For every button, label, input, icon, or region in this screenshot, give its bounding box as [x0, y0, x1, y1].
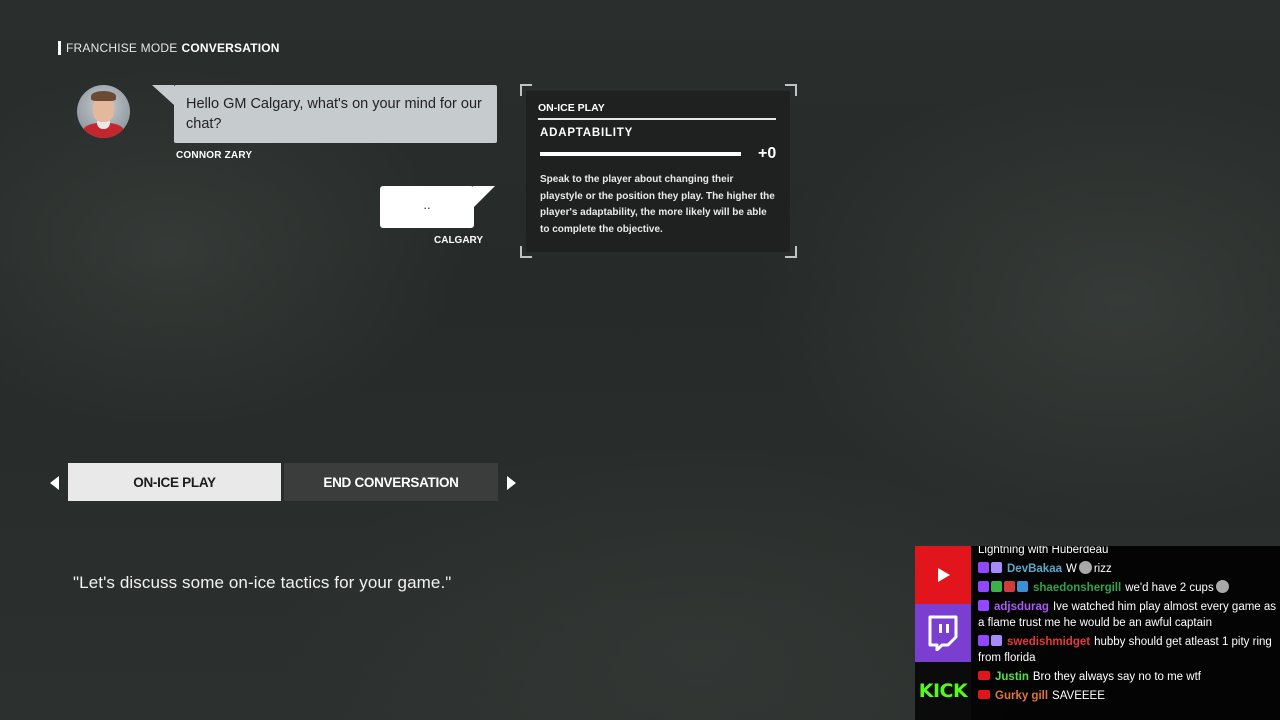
- player-speech-bubble: ..: [380, 186, 474, 228]
- gift-badge-icon: [1017, 581, 1028, 592]
- card-divider: [538, 118, 776, 120]
- player-bubble-tail: [473, 186, 495, 208]
- sub-badge-icon: [991, 635, 1002, 646]
- header-mode: FRANCHISE MODE: [66, 41, 178, 55]
- option-on-ice-play[interactable]: ON-ICE PLAY: [68, 463, 281, 501]
- chat-message: shaedonshergill we'd have 2 cups: [978, 580, 1278, 596]
- chat-username: Justin: [995, 671, 1029, 683]
- npc-name: CONNOR ZARY: [176, 150, 253, 161]
- message-text: rizz: [1093, 563, 1112, 575]
- header-title: CONVERSATION: [181, 41, 280, 55]
- dialogue-preview: "Let's discuss some on-ice tactics for y…: [73, 573, 452, 592]
- chat-messages: Lightning with Huberdeau DevBakaa Wrizz s…: [978, 546, 1278, 707]
- chat-message: Lightning with Huberdeau: [978, 546, 1278, 558]
- message-text: SAVEEEE: [1052, 690, 1105, 702]
- chat-message: Gurky gill SAVEEEE: [978, 688, 1278, 704]
- screen-header: FRANCHISE MODE CONVERSATION: [58, 41, 280, 55]
- kick-logo-text: KICK: [918, 680, 968, 702]
- twitch-badge-icon: [978, 635, 989, 646]
- card-category: ON-ICE PLAY: [538, 102, 605, 114]
- chat-message: swedishmidget hubby should get atleast 1 …: [978, 634, 1278, 666]
- attribute-value: +0: [758, 145, 777, 162]
- twitch-badge-icon: [978, 600, 989, 611]
- avatar-hair: [91, 91, 116, 101]
- twitch-icon: [915, 604, 971, 662]
- stream-chat-overlay: KICK Lightning with Huberdeau DevBakaa Wr…: [915, 546, 1280, 720]
- sub-badge-icon: [991, 562, 1002, 573]
- player-name: CALGARY: [434, 235, 484, 246]
- card-description: Speak to the player about changing their…: [540, 174, 775, 235]
- message-text: we'd have 2 cups: [1125, 582, 1214, 594]
- next-option-arrow-icon[interactable]: [507, 476, 516, 490]
- chat-username: DevBakaa: [1007, 563, 1062, 575]
- twitch-badge-icon: [978, 581, 989, 592]
- message-text: Lightning with Huberdeau: [978, 546, 1109, 556]
- kick-icon: KICK: [915, 662, 971, 720]
- youtube-icon: [915, 546, 971, 604]
- chat-message: DevBakaa Wrizz: [978, 561, 1278, 577]
- prev-option-arrow-icon[interactable]: [50, 476, 59, 490]
- message-text: W: [1065, 563, 1077, 575]
- header-accent-bar: [58, 41, 61, 55]
- option-end-conversation[interactable]: END CONVERSATION: [284, 463, 498, 501]
- player-avatar: [77, 85, 130, 138]
- card-attribute: ADAPTABILITY: [540, 127, 634, 139]
- hype-badge-icon: [1004, 581, 1015, 592]
- chat-username: Gurky gill: [995, 690, 1049, 702]
- emote-icon: [1215, 580, 1229, 593]
- message-text: Bro they always say no to me wtf: [1032, 671, 1201, 683]
- youtube-badge-icon: [978, 690, 990, 699]
- npc-bubble-tail: [152, 85, 174, 105]
- chat-username: swedishmidget: [1007, 636, 1091, 648]
- youtube-badge-icon: [978, 671, 990, 680]
- chat-message: Justin Bro they always say no to me wtf: [978, 669, 1278, 685]
- info-card: ON-ICE PLAY ADAPTABILITY +0 Speak to the…: [526, 91, 790, 252]
- npc-speech-bubble: Hello GM Calgary, what's on your mind fo…: [174, 85, 497, 143]
- platform-column: KICK: [915, 546, 971, 720]
- check-badge-icon: [991, 581, 1002, 592]
- twitch-badge-icon: [978, 562, 989, 573]
- attribute-bar: [540, 152, 741, 156]
- emote-icon: [1078, 561, 1092, 574]
- chat-username: adjsdurag: [994, 601, 1049, 613]
- chat-message: adjsdurag Ive watched him play almost eve…: [978, 599, 1278, 631]
- chat-username: shaedonshergill: [1033, 582, 1122, 594]
